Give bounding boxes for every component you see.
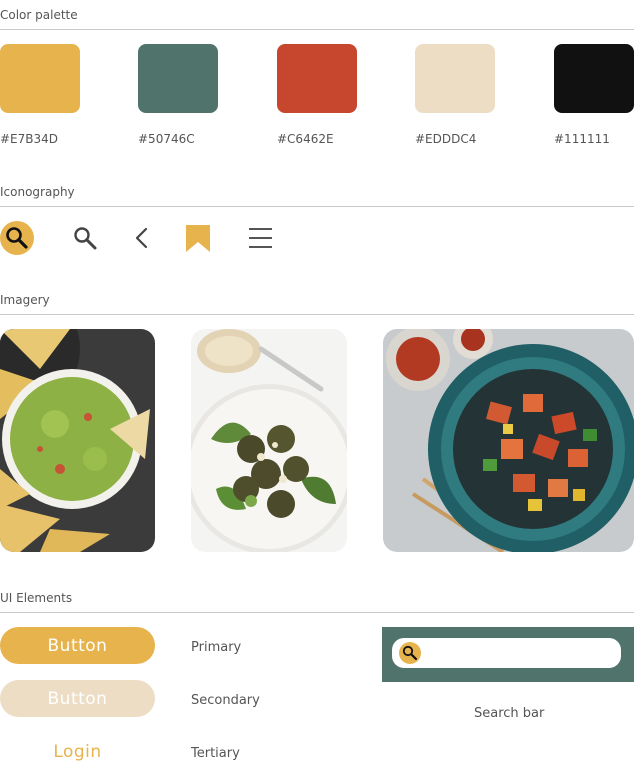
swatch-red xyxy=(277,44,357,113)
swatch-hex-label: #C6462E xyxy=(277,132,334,146)
color-palette-heading: Color palette xyxy=(0,8,78,22)
search-icon[interactable] xyxy=(72,225,98,255)
hamburger-menu-icon[interactable] xyxy=(249,227,272,253)
primary-button-label: Primary xyxy=(191,640,242,655)
search-filled-icon[interactable] xyxy=(0,221,34,259)
swatch-hex-label: #E7B34D xyxy=(0,132,59,146)
primary-button[interactable]: Button xyxy=(0,627,155,664)
search-input[interactable] xyxy=(392,638,621,668)
divider xyxy=(0,314,634,315)
secondary-button[interactable]: Button xyxy=(0,680,155,717)
tertiary-button-label: Tertiary xyxy=(191,746,240,761)
swatch-hex-label: #50746C xyxy=(138,132,195,146)
bookmark-icon[interactable] xyxy=(186,225,210,256)
swatch-yellow xyxy=(0,44,80,113)
divider xyxy=(0,612,634,613)
iconography-heading: Iconography xyxy=(0,185,75,199)
swatch-black xyxy=(554,44,634,113)
chili-tofu-bowl-photo xyxy=(383,329,634,552)
swatch-hex-label: #111111 xyxy=(554,132,610,146)
swatch-cream xyxy=(415,44,495,113)
secondary-button-label: Secondary xyxy=(191,693,260,708)
chevron-left-icon[interactable] xyxy=(132,227,152,253)
ui-elements-heading: UI Elements xyxy=(0,591,73,605)
search-filled-icon[interactable] xyxy=(399,642,421,668)
guacamole-with-chips-photo xyxy=(0,329,155,552)
falafel-with-sauce-photo xyxy=(191,329,347,552)
tertiary-login-button[interactable]: Login xyxy=(0,733,155,770)
divider xyxy=(0,29,634,30)
swatch-hex-label: #EDDDC4 xyxy=(415,132,477,146)
search-bar-caption: Search bar xyxy=(474,706,545,721)
swatch-green xyxy=(138,44,218,113)
imagery-heading: Imagery xyxy=(0,293,50,307)
divider xyxy=(0,206,634,207)
